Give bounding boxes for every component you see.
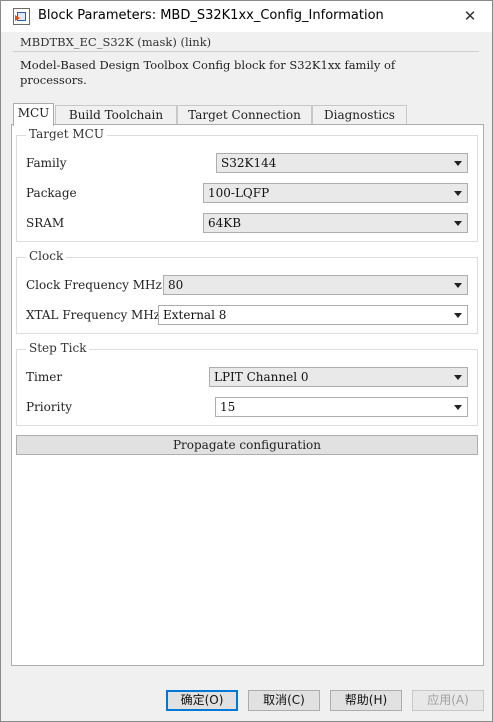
tab-mcu[interactable]: MCU [13, 103, 54, 126]
tab-diagnostics[interactable]: Diagnostics [312, 105, 407, 125]
package-label: Package [26, 186, 77, 200]
tab-bar: MCU Build Toolchain Target Connection Di… [13, 103, 483, 126]
clock-frequency-label: Clock Frequency MHz [26, 278, 162, 292]
chevron-down-icon [454, 161, 462, 166]
propagate-configuration-button[interactable]: Propagate configuration [16, 435, 478, 455]
timer-value: LPIT Channel 0 [214, 370, 309, 384]
clock-frequency-value: 80 [168, 278, 184, 292]
block-parameters-dialog: Block Parameters: MBD_S32K1xx_Config_Inf… [0, 0, 493, 722]
tab-target-connection[interactable]: Target Connection [177, 105, 312, 125]
mcu-tab-panel: Target MCU Family S32K144 Package 100-LQ… [11, 124, 484, 666]
divider [13, 51, 479, 52]
group-title-step-tick: Step Tick [26, 341, 90, 355]
step-tick-group: Step Tick Timer LPIT Channel 0 Priority … [16, 341, 478, 426]
priority-dropdown[interactable]: 15 [215, 397, 468, 417]
window-title: Block Parameters: MBD_S32K1xx_Config_Inf… [38, 8, 384, 23]
xtal-frequency-value: External 8 [163, 308, 227, 322]
chevron-down-icon [454, 283, 462, 288]
cancel-button[interactable]: 取消(C) [248, 690, 320, 711]
mask-header: MBDTBX_EC_S32K (mask) (link) [20, 35, 212, 49]
group-title-clock: Clock [26, 249, 67, 263]
title-bar: Block Parameters: MBD_S32K1xx_Config_Inf… [1, 1, 492, 32]
family-value: S32K144 [221, 156, 277, 170]
target-mcu-group: Target MCU Family S32K144 Package 100-LQ… [16, 127, 478, 242]
family-dropdown[interactable]: S32K144 [216, 153, 468, 173]
family-label: Family [26, 156, 67, 170]
priority-value: 15 [220, 400, 236, 414]
sram-value: 64KB [208, 216, 242, 230]
clock-frequency-dropdown[interactable]: 80 [163, 275, 468, 295]
help-button[interactable]: 帮助(H) [330, 690, 402, 711]
sram-dropdown[interactable]: 64KB [203, 213, 468, 233]
chevron-down-icon [454, 221, 462, 226]
mask-description: Model-Based Design Toolbox Config block … [20, 58, 396, 87]
close-icon[interactable]: ✕ [457, 5, 483, 27]
timer-label: Timer [26, 370, 63, 384]
simulink-block-icon [13, 8, 30, 25]
xtal-frequency-dropdown[interactable]: External 8 [158, 305, 468, 325]
package-dropdown[interactable]: 100-LQFP [203, 183, 468, 203]
chevron-down-icon [454, 405, 462, 410]
package-value: 100-LQFP [208, 186, 270, 200]
priority-label: Priority [26, 400, 73, 414]
group-title-target-mcu: Target MCU [26, 127, 107, 141]
tab-build-toolchain[interactable]: Build Toolchain [55, 105, 177, 125]
clock-group: Clock Clock Frequency MHz 80 XTAL Freque… [16, 249, 478, 334]
ok-button[interactable]: 确定(O) [166, 690, 238, 711]
xtal-frequency-label: XTAL Frequency MHz [26, 308, 161, 322]
chevron-down-icon [454, 313, 462, 318]
timer-dropdown[interactable]: LPIT Channel 0 [209, 367, 468, 387]
chevron-down-icon [454, 191, 462, 196]
sram-label: SRAM [26, 216, 65, 230]
chevron-down-icon [454, 375, 462, 380]
apply-button[interactable]: 应用(A) [412, 690, 484, 711]
